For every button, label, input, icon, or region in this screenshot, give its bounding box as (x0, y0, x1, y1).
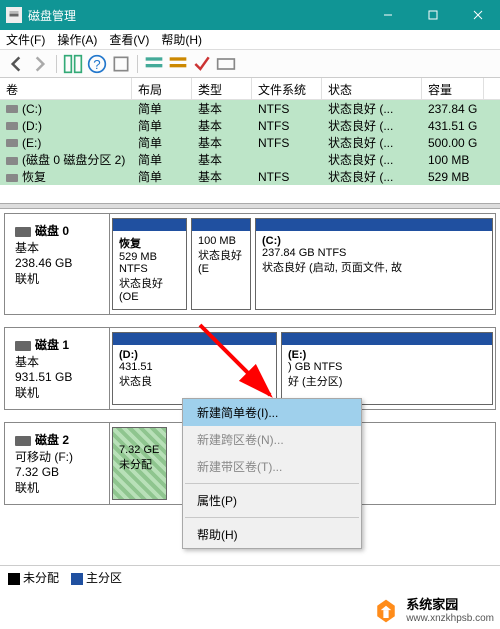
col-volume[interactable]: 卷 (0, 78, 132, 99)
volume-table: 卷 布局 类型 文件系统 状态 容量 (C:)简单基本NTFS状态良好 (...… (0, 78, 500, 203)
brand-name: 系统家园 (406, 598, 494, 612)
table-row[interactable]: (D:)简单基本NTFS状态良好 (...431.51 G (0, 117, 500, 134)
drive-icon (6, 105, 18, 113)
disk-0-part-recovery[interactable]: 恢复 529 MB NTFS 状态良好 (OE (112, 218, 187, 310)
table-row[interactable]: (磁盘 0 磁盘分区 2)简单基本状态良好 (...100 MB (0, 151, 500, 168)
drive-icon (6, 157, 18, 165)
menu-help[interactable]: 帮助(H) (161, 31, 202, 48)
context-menu: 新建简单卷(I)... 新建跨区卷(N)... 新建带区卷(T)... 属性(P… (182, 398, 362, 549)
toolbar-help-icon[interactable]: ? (87, 54, 107, 74)
titlebar: 磁盘管理 (0, 0, 500, 30)
ctx-properties[interactable]: 属性(P) (183, 487, 361, 514)
disk-2-label[interactable]: 磁盘 2 可移动 (F:) 7.32 GB 联机 (5, 423, 110, 504)
maximize-button[interactable] (410, 0, 455, 30)
toolbar-list1-icon[interactable] (144, 54, 164, 74)
legend-primary-swatch (71, 573, 83, 585)
toolbar-list2-icon[interactable] (168, 54, 188, 74)
disk-0-label[interactable]: 磁盘 0 基本 238.46 GB 联机 (5, 214, 110, 314)
disk-icon (15, 436, 31, 446)
col-status[interactable]: 状态 (322, 78, 422, 99)
brand-logo-icon (372, 597, 400, 625)
ctx-new-striped-volume: 新建带区卷(T)... (183, 453, 361, 480)
ctx-help[interactable]: 帮助(H) (183, 521, 361, 548)
disk-0-row: 磁盘 0 基本 238.46 GB 联机 恢复 529 MB NTFS 状态良好… (4, 213, 496, 315)
forward-icon[interactable] (30, 54, 50, 74)
brand-url: www.xnzkhpsb.com (406, 613, 494, 624)
col-filesystem[interactable]: 文件系统 (252, 78, 322, 99)
back-icon[interactable] (6, 54, 26, 74)
svg-text:?: ? (93, 57, 100, 72)
toolbar-check-icon[interactable] (192, 54, 212, 74)
disk-icon (15, 341, 31, 351)
minimize-button[interactable] (365, 0, 410, 30)
close-button[interactable] (455, 0, 500, 30)
drive-icon (6, 122, 18, 130)
menu-view[interactable]: 查看(V) (109, 31, 149, 48)
menubar: 文件(F) 操作(A) 查看(V) 帮助(H) (0, 30, 500, 50)
window-title: 磁盘管理 (28, 7, 76, 24)
ctx-new-simple-volume[interactable]: 新建简单卷(I)... (183, 399, 361, 426)
toolbar: ? (0, 50, 500, 78)
legend-unalloc-swatch (8, 573, 20, 585)
disk-1-label[interactable]: 磁盘 1 基本 931.51 GB 联机 (5, 328, 110, 409)
drive-icon (6, 139, 18, 147)
table-row[interactable]: (E:)简单基本NTFS状态良好 (...500.00 G (0, 134, 500, 151)
col-capacity[interactable]: 容量 (422, 78, 484, 99)
disk-0-part-c[interactable]: (C:) 237.84 GB NTFS 状态良好 (启动, 页面文件, 故 (255, 218, 493, 310)
legend: 未分配 主分区 (0, 565, 500, 589)
watermark: 系统家园 www.xnzkhpsb.com (372, 597, 494, 625)
col-type[interactable]: 类型 (192, 78, 252, 99)
disk-0-part-efi[interactable]: 100 MB 状态良好 (E (191, 218, 251, 310)
disk-1-part-e[interactable]: (E:) ) GB NTFS 好 (主分区) (281, 332, 493, 405)
app-icon (6, 7, 22, 23)
ctx-new-spanned-volume: 新建跨区卷(N)... (183, 426, 361, 453)
disk-1-part-d[interactable]: (D:) 431.51 状态良 (112, 332, 277, 405)
col-layout[interactable]: 布局 (132, 78, 192, 99)
toolbar-props-icon[interactable] (111, 54, 131, 74)
disk-2-part-unallocated[interactable]: 7.32 GE 未分配 (112, 427, 167, 500)
table-row[interactable]: (C:)简单基本NTFS状态良好 (...237.84 G (0, 100, 500, 117)
drive-icon (6, 174, 18, 182)
menu-file[interactable]: 文件(F) (6, 31, 45, 48)
table-row[interactable]: 恢复简单基本NTFS状态良好 (...529 MB (0, 168, 500, 185)
disk-icon (15, 227, 31, 237)
menu-action[interactable]: 操作(A) (57, 31, 97, 48)
toolbar-view1-icon[interactable] (63, 54, 83, 74)
toolbar-card-icon[interactable] (216, 54, 236, 74)
